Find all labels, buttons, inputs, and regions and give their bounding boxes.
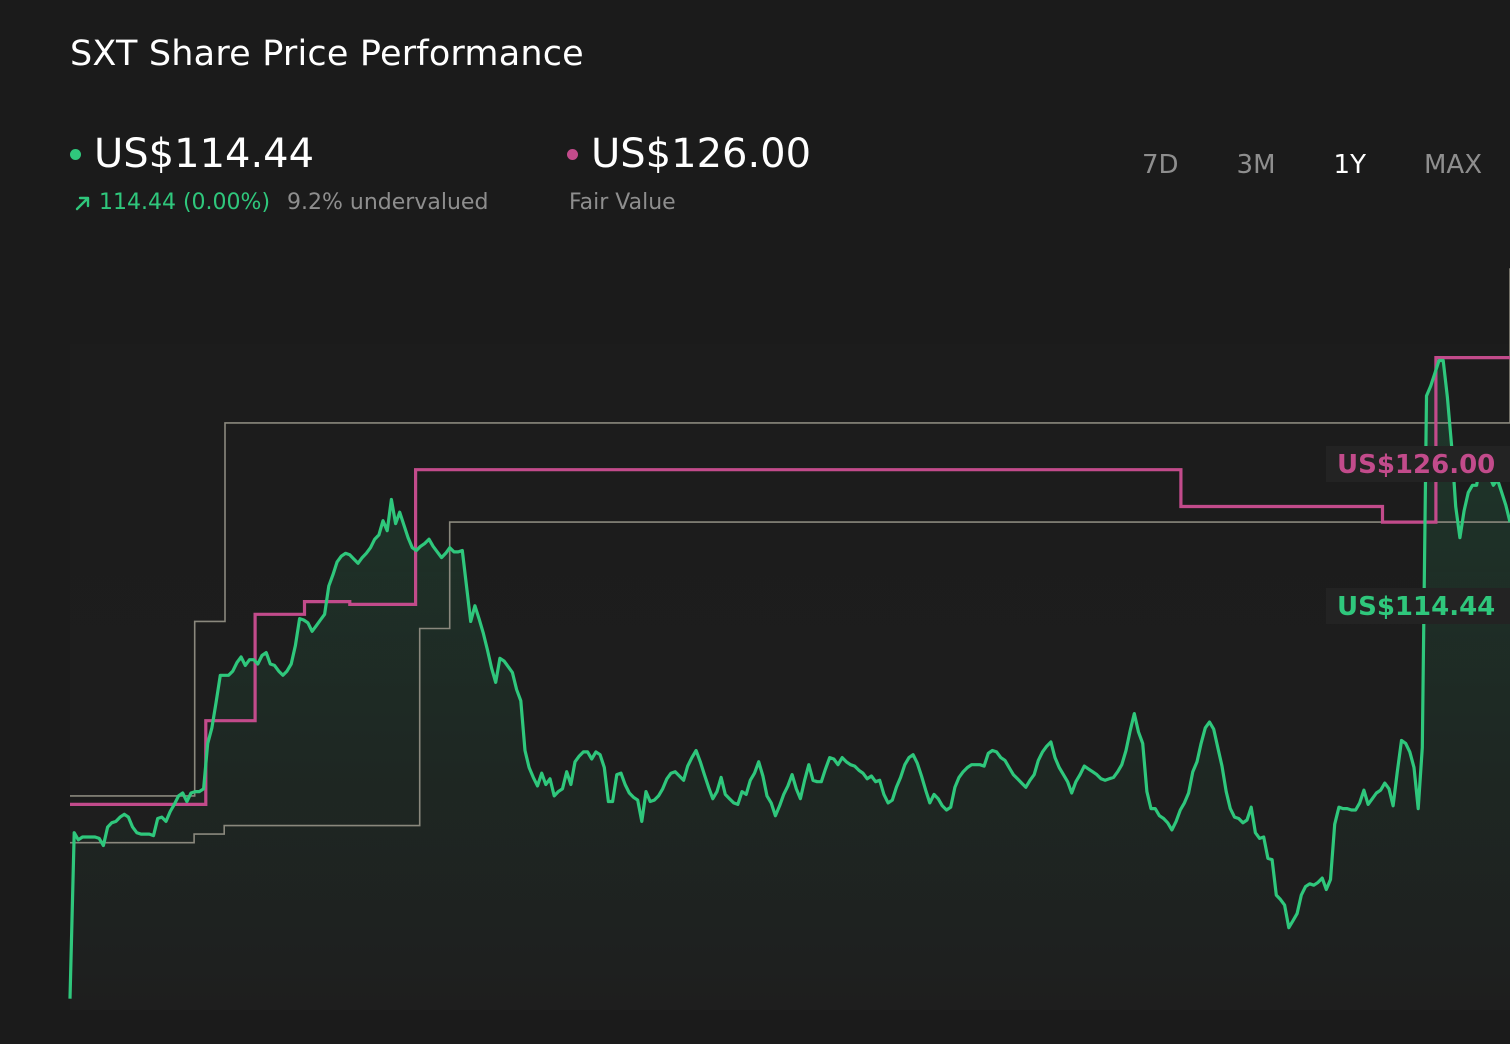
price-end-label: US$114.44 [1337, 592, 1495, 622]
price-chart: US$126.00 US$114.44 [68, 230, 1510, 1010]
fair-value-end-label: US$126.00 [1337, 450, 1495, 480]
